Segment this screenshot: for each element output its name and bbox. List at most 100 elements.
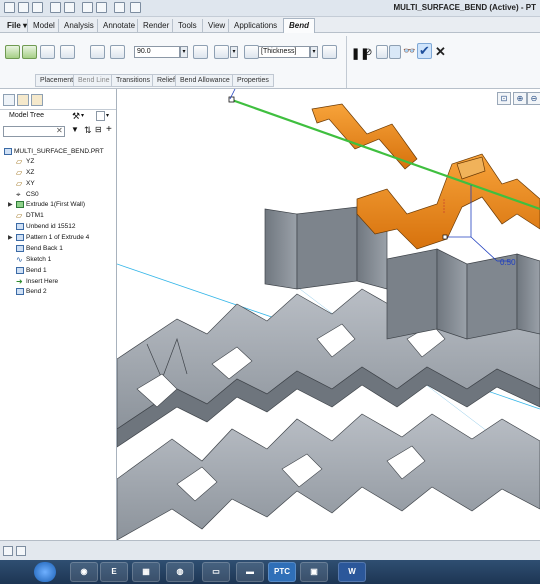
regenerate-icon[interactable]: [82, 2, 93, 13]
open-icon[interactable]: [18, 2, 29, 13]
word-icon[interactable]: W: [338, 562, 366, 582]
unbend-icon: [16, 223, 24, 230]
tree-item-yz[interactable]: ▱ YZ: [16, 156, 34, 167]
graphics-viewport[interactable]: 0.50 ⊡ ⊕ ⊖: [117, 89, 540, 540]
tree-settings-dropdown-icon[interactable]: ▾: [81, 112, 84, 119]
tree-item-xy[interactable]: ▱ XY: [16, 178, 35, 189]
show-icon[interactable]: ⊟: [95, 125, 102, 134]
datum-plane-icon: ▱: [16, 157, 23, 166]
subtab-properties[interactable]: Properties: [232, 74, 274, 87]
verify-icon[interactable]: 👓: [403, 46, 415, 57]
tree-item-bend-back-1[interactable]: Bend Back 1: [16, 243, 63, 254]
start-button-icon[interactable]: [34, 562, 56, 582]
bend-location-icon[interactable]: [60, 45, 75, 59]
subtab-bend-line[interactable]: Bend Line: [73, 74, 115, 87]
model-graphics: 0.50: [117, 89, 540, 540]
expand-arrow-icon[interactable]: ▶: [8, 234, 13, 241]
window-title: MULTI_SURFACE_BEND (Active) - PT: [393, 3, 536, 12]
subtab-bend-allowance[interactable]: Bend Allowance: [175, 74, 235, 87]
tree-item-sketch-1[interactable]: ∿ Sketch 1: [16, 254, 51, 265]
no-preview-icon[interactable]: ⊘: [364, 47, 372, 58]
tree-item-bend-2[interactable]: Bend 2: [16, 286, 47, 297]
tree-item-label: DTM1: [26, 212, 44, 219]
tab-bend[interactable]: Bend: [283, 18, 315, 33]
tree-item-label: Bend 2: [26, 288, 47, 295]
thickness-dropdown-icon[interactable]: ▾: [310, 46, 318, 58]
subtab-transitions[interactable]: Transitions: [111, 74, 155, 87]
tree-filters-icon[interactable]: [96, 111, 105, 121]
radius-side-icon[interactable]: [214, 45, 229, 59]
app-icon[interactable]: ▦: [132, 562, 160, 582]
tree-item-unbend[interactable]: Unbend id 15512: [16, 221, 76, 232]
subtab-placement[interactable]: Placement: [35, 74, 79, 87]
close-window-icon[interactable]: [114, 2, 125, 13]
tree-item-pattern-1[interactable]: Pattern 1 of Extrude 4: [16, 232, 89, 243]
geometry-preview-icon[interactable]: [389, 45, 401, 59]
tree-item-xz[interactable]: ▱ XZ: [16, 167, 34, 178]
sticky-notes-icon[interactable]: ▭: [202, 562, 230, 582]
tab-tools[interactable]: Tools: [172, 19, 202, 32]
save-icon[interactable]: [32, 2, 43, 13]
flip-angle-icon[interactable]: [193, 45, 208, 59]
clear-search-icon[interactable]: ✕: [56, 126, 63, 135]
radius-side-dropdown-icon[interactable]: ▾: [230, 46, 238, 58]
new-icon[interactable]: [4, 2, 15, 13]
tree-item-dtm1[interactable]: ▱ DTM1: [16, 210, 44, 221]
confirm-icon[interactable]: ✔: [417, 43, 432, 59]
folder-browser-tab-icon[interactable]: [17, 94, 29, 106]
windows-taskbar: ◉ E ▦ ◍ ▭ ▬ PTC ▣ W: [0, 560, 540, 584]
roll-bend-icon[interactable]: [40, 45, 55, 59]
bend-line-icon[interactable]: [90, 45, 105, 59]
filter-icon[interactable]: ▼: [71, 125, 79, 134]
bend-back-icon: [16, 245, 24, 252]
ribbon-divider: [346, 36, 347, 88]
zoom-in-icon[interactable]: ⊕: [513, 92, 527, 105]
radius-type-icon[interactable]: [244, 45, 259, 59]
show-navigator-icon[interactable]: [3, 546, 13, 556]
bend-type-icon[interactable]: [5, 45, 20, 59]
app-icon[interactable]: ▣: [300, 562, 328, 582]
angle-field[interactable]: 90.0: [134, 46, 180, 58]
model-tree-tab-icon[interactable]: [3, 94, 15, 106]
tab-annotate[interactable]: Annotate: [97, 19, 140, 32]
thickness-field[interactable]: [Thickness]: [258, 46, 310, 58]
folder-icon[interactable]: ▬: [236, 562, 264, 582]
tree-item-bend-1[interactable]: Bend 1: [16, 265, 47, 276]
expand-arrow-icon[interactable]: ▶: [8, 201, 13, 208]
bend-angle-type-icon[interactable]: [110, 45, 125, 59]
flip-direction-icon[interactable]: [322, 45, 337, 59]
add-column-icon[interactable]: +: [106, 124, 112, 135]
quick-access-dropdown-icon[interactable]: [130, 2, 141, 13]
datum-plane-icon: ▱: [16, 168, 23, 177]
datum-plane-icon: ▱: [16, 211, 23, 220]
status-bar: [0, 540, 540, 560]
ptc-creo-icon[interactable]: PTC: [268, 562, 296, 582]
tree-item-label: Unbend id 15512: [26, 223, 76, 230]
angle-dropdown-icon[interactable]: ▾: [180, 46, 188, 58]
undo-icon[interactable]: [50, 2, 61, 13]
app-icon[interactable]: ◍: [166, 562, 194, 582]
attach-preview-icon[interactable]: [376, 45, 388, 59]
angle-bend-icon[interactable]: [22, 45, 37, 59]
redo-icon[interactable]: [64, 2, 75, 13]
favorites-tab-icon[interactable]: [31, 94, 43, 106]
part-icon: [4, 148, 12, 155]
chrome-icon[interactable]: ◉: [70, 562, 98, 582]
windows-icon[interactable]: [96, 2, 107, 13]
tab-model[interactable]: Model: [27, 19, 60, 32]
app-e-icon[interactable]: E: [100, 562, 128, 582]
tab-analysis[interactable]: Analysis: [58, 19, 99, 32]
collapse-all-icon[interactable]: ⇅: [84, 125, 92, 136]
tree-item-label: XY: [26, 180, 35, 187]
tab-view[interactable]: View: [202, 19, 230, 32]
tab-applications[interactable]: Applications: [228, 19, 282, 32]
tree-item-extrude-1[interactable]: Extrude 1(First Wall): [16, 199, 85, 210]
zoom-out-icon[interactable]: ⊖: [527, 92, 540, 105]
tree-item-label: Bend Back 1: [26, 245, 63, 252]
refit-icon[interactable]: ⊡: [497, 92, 511, 105]
cancel-icon[interactable]: ✕: [435, 44, 446, 60]
tab-render[interactable]: Render: [137, 19, 174, 32]
tree-settings-icon[interactable]: ⚒: [72, 111, 80, 122]
show-browser-icon[interactable]: [16, 546, 26, 556]
tree-filters-dropdown-icon[interactable]: ▾: [106, 112, 109, 119]
